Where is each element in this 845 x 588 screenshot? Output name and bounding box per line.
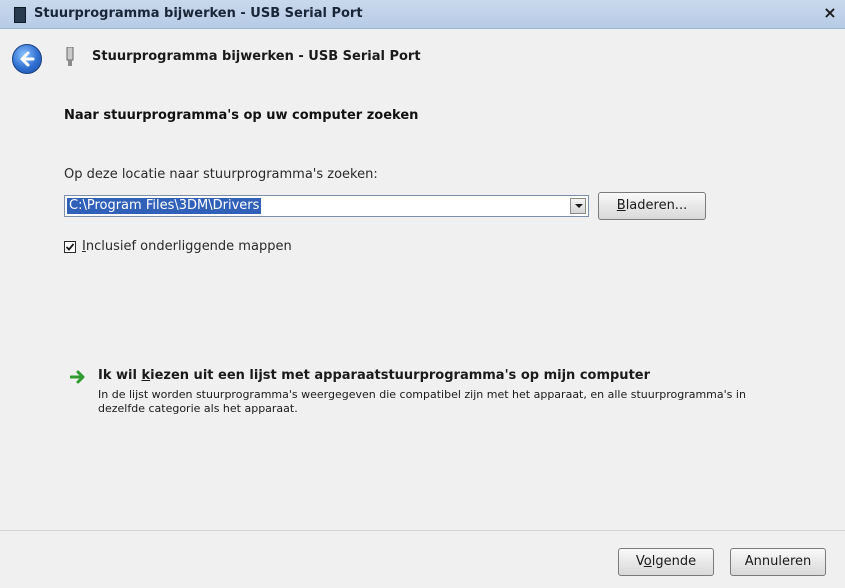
nav-bar: Stuurprogramma bijwerken - USB Serial Po… [0,29,845,81]
include-subfolders-label[interactable]: Inclusief onderliggende mappen [82,239,292,254]
next-button[interactable]: Volgende [618,548,714,576]
browse-button[interactable]: Bladeren... [598,192,706,220]
usb-device-icon [66,47,74,66]
path-combobox[interactable]: C:\Program Files\3DM\Drivers [64,195,589,217]
browse-label-accesskey: B [616,198,626,213]
back-arrow-icon [20,51,35,67]
next-label-prefix: V [635,554,644,569]
close-button[interactable]: × [821,3,839,23]
browse-label: laderen... [625,198,688,213]
dropdown-arrow-icon[interactable] [570,198,586,214]
nav-title: Stuurprogramma bijwerken - USB Serial Po… [92,49,421,64]
choose-title-rest: iezen uit een lijst met apparaatstuurpro… [150,368,651,383]
choose-from-list-option[interactable]: Ik wil kiezen uit een lijst met apparaat… [70,368,770,428]
choose-title-accesskey: k [141,368,151,383]
device-icon [14,7,26,23]
path-value[interactable]: C:\Program Files\3DM\Drivers [67,198,262,214]
dialog-window: Stuurprogramma bijwerken - USB Serial Po… [0,0,845,588]
cancel-button[interactable]: Annuleren [730,548,826,576]
choose-from-list-description: In de lijst worden stuurprogramma's weer… [98,388,746,415]
choose-from-list-link[interactable]: Ik wil kiezen uit een lijst met apparaat… [98,368,650,383]
back-button[interactable] [12,44,42,74]
green-arrow-icon [70,370,85,384]
include-subfolders-checkbox[interactable] [64,241,76,253]
page-heading: Naar stuurprogramma's op uw computer zoe… [64,108,419,123]
window-title: Stuurprogramma bijwerken - USB Serial Po… [34,6,363,21]
search-location-label: Op deze locatie naar stuurprogramma's zo… [64,167,378,182]
choose-title-prefix: Ik wil [98,368,142,383]
title-bar[interactable]: Stuurprogramma bijwerken - USB Serial Po… [0,0,845,29]
main-content: Naar stuurprogramma's op uw computer zoe… [10,82,845,530]
include-label-text: nclusief onderliggende mappen [85,239,292,254]
next-label-rest: lgende [651,554,697,569]
checkmark-icon [65,243,75,251]
next-label-accesskey: o [643,554,652,569]
footer-bar: Volgende Annuleren [0,530,845,588]
